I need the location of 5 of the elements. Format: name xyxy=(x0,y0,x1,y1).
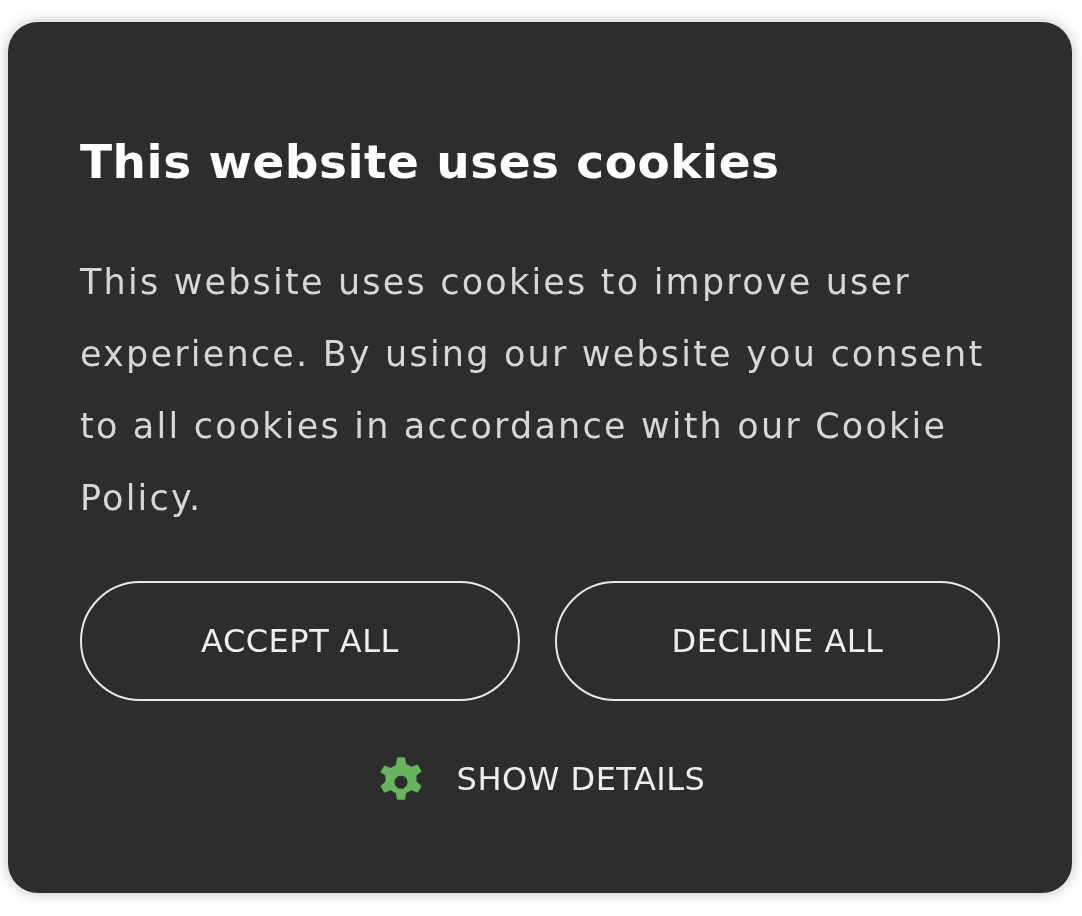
dialog-title: This website uses cookies xyxy=(80,134,781,190)
dialog-message: This website uses cookies to improve user experience. By using our website you consent to all cookies in accordance with our Cookie Policy. xyxy=(80,261,986,520)
show-details-link[interactable]: SHOW DETAILS xyxy=(374,756,706,802)
decline-all-button[interactable]: DECLINE ALL xyxy=(555,581,1000,701)
accept-all-button[interactable]: ACCEPT ALL xyxy=(80,581,520,701)
